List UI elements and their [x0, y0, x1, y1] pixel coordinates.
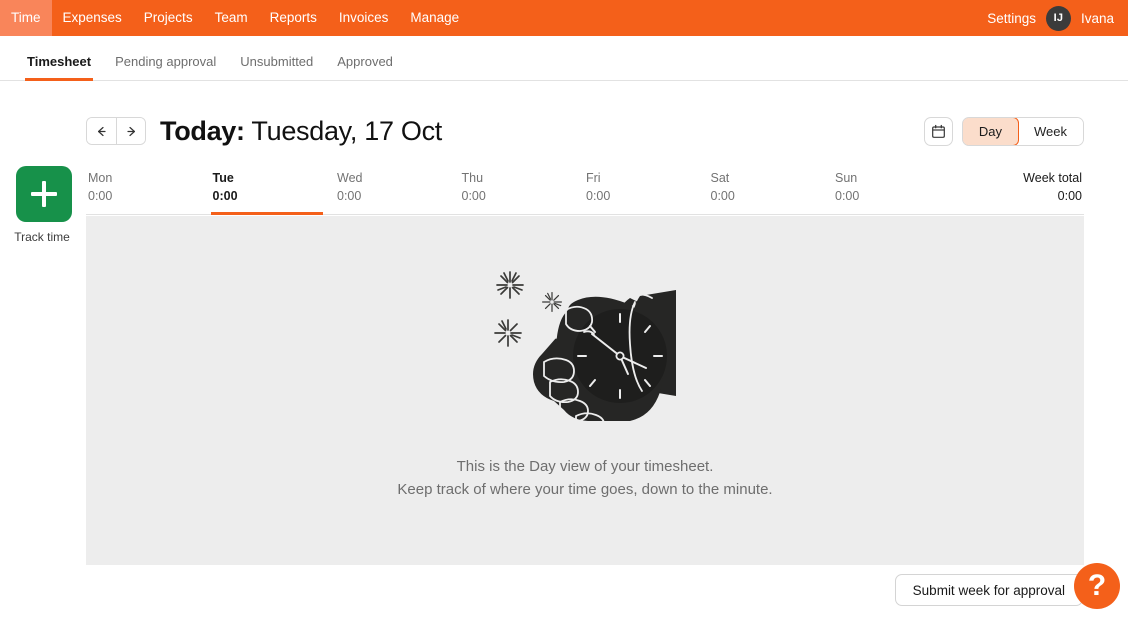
day-name-wed: Wed [337, 171, 363, 185]
day-name-thu: Thu [461, 171, 484, 185]
tab-pending-approval-label: Pending approval [115, 54, 217, 69]
view-mode-week-label: Week [1034, 123, 1067, 139]
tab-unsubmitted[interactable]: Unsubmitted [228, 54, 325, 80]
help-button[interactable]: ? [1074, 563, 1120, 609]
day-total-thu: 0:00 [461, 188, 486, 203]
view-mode-toggle: Day Week [961, 116, 1084, 146]
empty-state-line-2: Keep track of where your time goes, down… [397, 481, 773, 498]
nav-item-invoices-label: Invoices [338, 10, 389, 26]
tab-pending-approval[interactable]: Pending approval [103, 54, 228, 80]
calendar-picker-button[interactable] [923, 116, 953, 146]
previous-day-button[interactable] [87, 118, 116, 144]
top-navigation-bar: Time Expenses Projects Team Reports Invo… [0, 0, 1128, 36]
tab-unsubmitted-label: Unsubmitted [240, 54, 314, 69]
timesheet-empty-panel: This is the Day view of your timesheet. … [86, 216, 1084, 565]
page-title: Today: Tuesday, 17 Oct [160, 116, 442, 147]
nav-item-projects[interactable]: Projects [133, 0, 204, 36]
day-column-tue[interactable]: Tue 0:00 [210, 170, 336, 215]
view-mode-day-label: Day [978, 123, 1002, 139]
view-mode-day-button[interactable]: Day [962, 117, 1019, 145]
primary-nav: Time Expenses Projects Team Reports Invo… [0, 0, 470, 36]
track-time-button[interactable] [16, 166, 72, 222]
day-total-wed: 0:00 [337, 188, 362, 203]
calendar-icon [931, 124, 945, 138]
day-total-tue: 0:00 [212, 188, 238, 203]
user-name-label[interactable]: Ivana [1081, 11, 1114, 26]
submit-week-button[interactable]: Submit week for approval [894, 574, 1083, 606]
nav-item-invoices[interactable]: Invoices [328, 0, 400, 36]
day-column-fri[interactable]: Fri 0:00 [584, 170, 709, 214]
nav-item-team-label: Team [214, 10, 248, 26]
day-name-tue: Tue [212, 171, 234, 185]
timesheet-app: Time Expenses Projects Team Reports Invo… [0, 0, 1128, 618]
day-total-fri: 0:00 [586, 188, 611, 203]
week-total-value: 0:00 [1057, 188, 1082, 203]
nav-item-reports-label: Reports [269, 10, 317, 26]
day-name-mon: Mon [88, 171, 113, 185]
tab-approved-label: Approved [337, 54, 393, 69]
avatar[interactable]: IJ [1045, 5, 1071, 31]
nav-item-manage[interactable]: Manage [399, 0, 470, 36]
day-total-mon: 0:00 [88, 188, 113, 203]
tab-timesheet-label: Timesheet [27, 54, 92, 69]
nav-item-manage-label: Manage [410, 10, 460, 26]
empty-state-line-1: This is the Day view of your timesheet. [456, 457, 714, 475]
today-label: Today: [160, 115, 245, 146]
nav-item-projects-label: Projects [143, 10, 193, 26]
day-total-sat: 0:00 [710, 188, 735, 203]
nav-item-expenses-label: Expenses [62, 10, 122, 26]
day-name-fri: Fri [586, 171, 601, 185]
nav-item-time[interactable]: Time [0, 0, 52, 36]
day-column-thu[interactable]: Thu 0:00 [460, 170, 585, 214]
question-mark-icon: ? [1087, 569, 1107, 602]
day-total-sun: 0:00 [835, 188, 860, 203]
hand-holding-stopwatch-illustration [494, 270, 676, 433]
day-column-mon[interactable]: Mon 0:00 [86, 170, 211, 214]
day-column-sun[interactable]: Sun 0:00 [833, 170, 958, 214]
week-total-label: Week total [1023, 171, 1082, 185]
arrow-right-icon [126, 126, 135, 136]
plus-icon [31, 181, 57, 207]
nav-item-team[interactable]: Team [204, 0, 259, 36]
track-time-control: Track time [14, 166, 72, 244]
nav-item-time-label: Time [11, 10, 41, 26]
empty-state-text: This is the Day view of your timesheet. … [397, 455, 772, 502]
secondary-nav: Timesheet Pending approval Unsubmitted A… [0, 36, 1128, 81]
view-controls: Day Week [923, 116, 1084, 146]
week-day-strip: Mon 0:00 Tue 0:00 Wed 0:00 Thu 0:00 Fri … [86, 170, 1084, 215]
day-name-sat: Sat [710, 171, 730, 185]
settings-link[interactable]: Settings [987, 11, 1036, 26]
day-name-sun: Sun [835, 171, 858, 185]
nav-item-reports[interactable]: Reports [259, 0, 328, 36]
day-column-sat[interactable]: Sat 0:00 [709, 170, 834, 214]
arrow-left-icon [98, 126, 106, 136]
submit-week-label: Submit week for approval [912, 582, 1065, 598]
view-mode-week-button[interactable]: Week [1018, 117, 1083, 145]
top-bar-right-group: Settings IJ Ivana [987, 0, 1128, 36]
day-column-wed[interactable]: Wed 0:00 [335, 170, 460, 214]
nav-item-expenses[interactable]: Expenses [52, 0, 133, 36]
week-total-column: Week total 0:00 [958, 170, 1085, 214]
next-day-button[interactable] [116, 118, 145, 144]
tab-timesheet[interactable]: Timesheet [15, 54, 103, 81]
date-header: Today: Tuesday, 17 Oct Day Week [86, 114, 1084, 148]
date-nav-group [86, 117, 146, 145]
current-date-label: Tuesday, 17 Oct [251, 115, 443, 146]
tab-approved[interactable]: Approved [325, 54, 405, 80]
track-time-label: Track time [14, 230, 70, 244]
